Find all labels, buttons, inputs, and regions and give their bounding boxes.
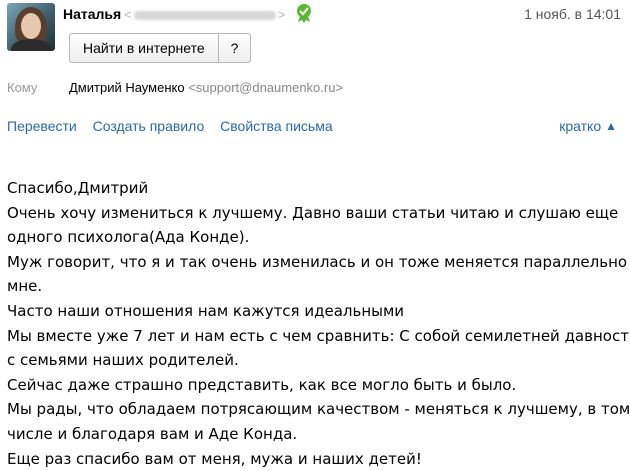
message-line: Часто наши отношения нам кажутся идеальн… bbox=[7, 301, 405, 320]
message-actions: Перевести Создать правило Свойства письм… bbox=[7, 118, 345, 134]
sender-email-blurred bbox=[133, 11, 276, 21]
sender-email-open: < bbox=[124, 7, 132, 22]
message-line: одного психолога(Ада Конде). bbox=[7, 228, 250, 247]
translate-link[interactable]: Перевести bbox=[7, 118, 77, 134]
message-line: Еще раз спасибо вам от меня, мужа и наши… bbox=[7, 449, 422, 468]
recipient[interactable]: Дмитрий Науменко <support@dnaumenko.ru> bbox=[69, 80, 343, 95]
message-line: Очень хочу измениться к лучшему. Давно в… bbox=[7, 203, 619, 222]
sender-email: < > bbox=[124, 7, 286, 22]
collapse-label: кратко bbox=[559, 118, 602, 134]
recipient-address: <support@dnaumenko.ru> bbox=[188, 80, 344, 95]
avatar-shoulders bbox=[11, 39, 51, 51]
help-button[interactable]: ? bbox=[217, 34, 251, 62]
message-line: Муж говорит, что я и так очень изменилас… bbox=[7, 252, 628, 271]
search-web-button[interactable]: Найти в интернете bbox=[70, 34, 218, 62]
collapse-headers-toggle[interactable]: кратко ▲ bbox=[559, 118, 617, 134]
search-button-group: Найти в интернете ? bbox=[69, 33, 252, 63]
sender-email-close: > bbox=[277, 7, 286, 22]
message-line: мне. bbox=[7, 277, 43, 296]
create-rule-link[interactable]: Создать правило bbox=[93, 118, 205, 134]
chevron-up-icon: ▲ bbox=[605, 119, 617, 133]
message-line: Мы рады, что обладаем потрясающим качест… bbox=[7, 400, 630, 419]
message-line: числе и благодаря вам и Аде Конда. bbox=[7, 424, 298, 443]
recipient-name: Дмитрий Науменко bbox=[69, 80, 185, 95]
message-line: Мы вместе уже 7 лет и нам есть с чем сра… bbox=[7, 326, 630, 345]
sender-avatar[interactable] bbox=[7, 3, 55, 51]
recipient-label: Кому bbox=[7, 80, 38, 95]
message-line: Спасибо,Дмитрий bbox=[7, 179, 149, 197]
message-body: Спасибо,Дмитрий Очень хочу измениться к … bbox=[7, 176, 630, 471]
message-date: 1 нояб. в 14:01 bbox=[524, 6, 621, 22]
sender-name[interactable]: Наталья bbox=[63, 6, 121, 22]
avatar-face bbox=[21, 13, 41, 39]
verified-sender-icon[interactable] bbox=[295, 3, 313, 23]
message-line: Сейчас даже страшно представить, как все… bbox=[7, 375, 517, 394]
message-line: с семьями наших родителей. bbox=[7, 351, 239, 370]
message-properties-link[interactable]: Свойства письма bbox=[220, 118, 332, 134]
